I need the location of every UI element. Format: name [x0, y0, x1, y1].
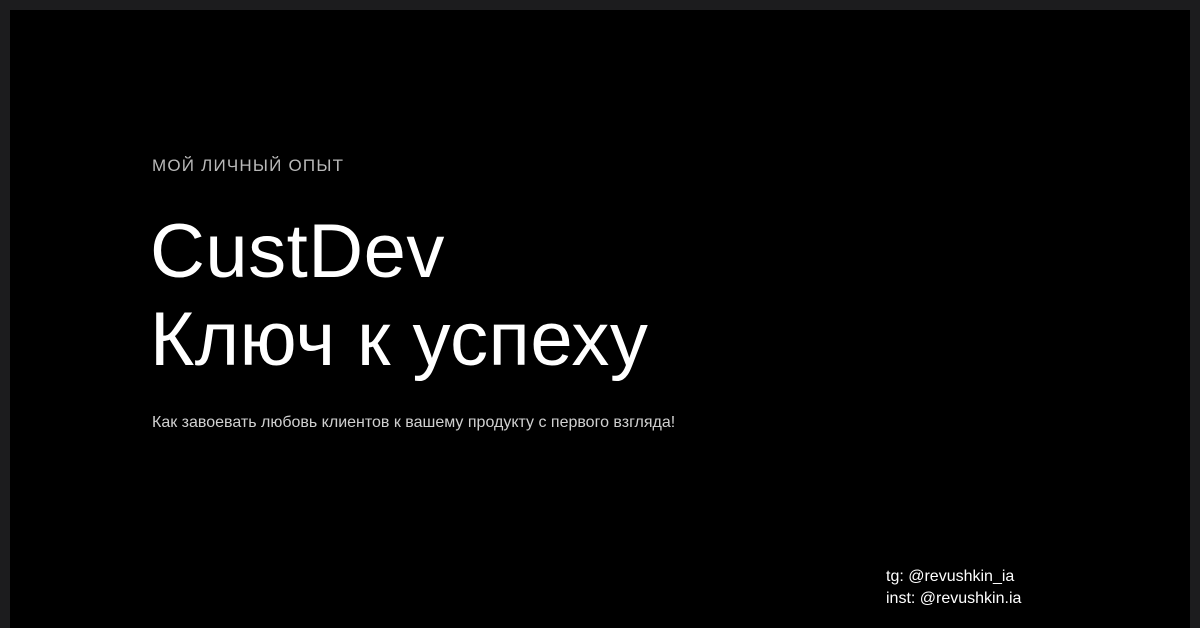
eyebrow-label: МОЙ ЛИЧНЫЙ ОПЫТ [152, 156, 345, 175]
page-title: CustDev Ключ к успеху [150, 208, 648, 384]
title-slide: МОЙ ЛИЧНЫЙ ОПЫТ CustDev Ключ к успеху Ка… [10, 10, 1190, 628]
subtitle: Как завоевать любовь клиентов к вашему п… [152, 414, 676, 431]
outer-frame: МОЙ ЛИЧНЫЙ ОПЫТ CustDev Ключ к успеху Ка… [0, 0, 1200, 628]
telegram-handle: tg: @revushkin_ia [886, 568, 1015, 585]
contacts-block: tg: @revushkin_ia inst: @revushkin.ia [886, 566, 1021, 610]
title-line-1: CustDev [150, 209, 445, 294]
instagram-handle: inst: @revushkin.ia [886, 590, 1022, 607]
title-line-2: Ключ к успеху [150, 297, 649, 382]
